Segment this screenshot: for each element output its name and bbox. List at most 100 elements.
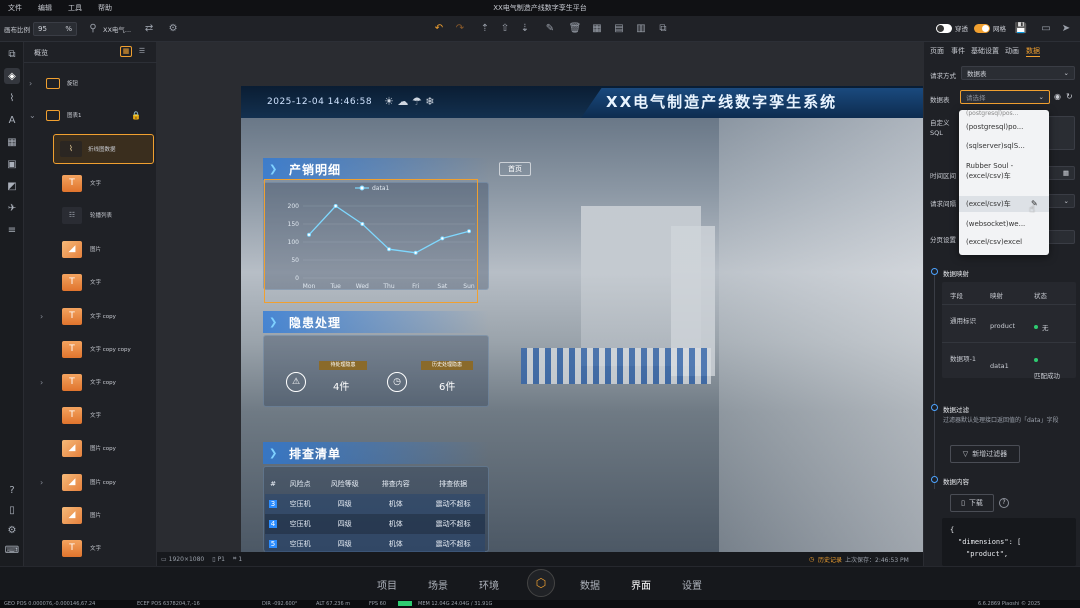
list-view-icon[interactable]: ☰ — [136, 46, 148, 57]
tab-animation[interactable]: 动画 — [1005, 46, 1019, 56]
dropdown-option[interactable]: Rubber Soul - (excel/csv)车 — [959, 158, 1049, 184]
grid-view-icon[interactable]: ▦ — [120, 46, 132, 57]
table-row[interactable]: 4 空压机 四级 机体 震动不超标 — [265, 514, 485, 534]
refresh-icon[interactable]: ↻ — [1066, 92, 1073, 101]
nav-settings[interactable]: 设置 — [682, 577, 702, 592]
menu-edit[interactable]: 编辑 — [30, 3, 60, 13]
menu-help[interactable]: 帮助 — [90, 3, 120, 13]
toggle-switch[interactable] — [936, 23, 952, 33]
swap-icon[interactable]: ⇄ — [139, 19, 159, 39]
layer-item[interactable]: T 文字 — [24, 533, 157, 563]
preview-icon[interactable]: ▭ — [1036, 19, 1056, 39]
scene-canvas[interactable]: 2025-12-04 14:46:58 ☀ ☁ ☂ ❄ XX电气制造产线数字孪生… — [241, 86, 923, 552]
undo-icon[interactable]: ↶ — [429, 19, 449, 39]
home-button[interactable]: 首页 — [499, 162, 531, 176]
redo-icon[interactable]: ↷ — [450, 19, 470, 39]
tab-event[interactable]: 事件 — [951, 46, 965, 56]
gear-icon[interactable]: ⚙ — [4, 522, 20, 538]
row-index-cell: 3 — [265, 494, 281, 514]
table-icon[interactable]: ▦ — [4, 134, 20, 150]
layers-icon[interactable]: ◈ — [4, 68, 20, 84]
distribute-icon[interactable]: ▥ — [631, 19, 651, 39]
zoom-input[interactable]: 95 % — [33, 21, 77, 36]
datasource-select[interactable]: 请选择 ⌄ — [960, 90, 1050, 104]
dropdown-option[interactable]: (websocket)we... — [959, 216, 1049, 232]
dropdown-option[interactable]: (sqlserver)sqlS... — [959, 138, 1049, 154]
brush-icon[interactable]: ✎ — [540, 19, 560, 39]
text-icon[interactable]: A — [4, 112, 20, 128]
layer-item[interactable]: › T 文字 copy — [24, 367, 157, 397]
download-button[interactable]: ▯ 下载 — [950, 494, 994, 512]
lock-icon[interactable]: 🔒 — [131, 111, 141, 120]
layer-item[interactable]: ◢ 图片 copy — [24, 433, 157, 463]
grid-icon[interactable]: ▤ — [609, 19, 629, 39]
section-title-checklist: ❯ 排查清单 — [263, 442, 489, 464]
code-viewer[interactable]: { "dimensions": [ "product", — [942, 518, 1076, 566]
project-name[interactable]: XX电气... — [103, 24, 131, 34]
layer-icon[interactable]: ⧉ — [653, 19, 673, 39]
layer-folder[interactable]: ⌄ 图表1 🔒 — [24, 100, 157, 130]
nav-data[interactable]: 数据 — [580, 577, 600, 592]
layer-item[interactable]: T 文字 — [24, 400, 157, 430]
nav-environment[interactable]: 环境 — [479, 577, 499, 592]
align-icon[interactable]: ▦ — [587, 19, 607, 39]
toggle-switch[interactable] — [974, 23, 990, 33]
history-icon[interactable]: ◷ — [809, 556, 814, 563]
chevron-right-icon[interactable]: › — [40, 312, 43, 321]
dropdown-option[interactable]: (excel/csv)excel — [959, 234, 1049, 250]
nav-project[interactable]: 项目 — [377, 577, 397, 592]
map-icon[interactable]: ▣ — [4, 156, 20, 172]
layer-label: 文字 — [90, 181, 102, 187]
history-link[interactable]: 历史记录 — [818, 555, 842, 564]
layer-item[interactable]: ☷ 轮播列表 — [24, 200, 157, 230]
tab-basic[interactable]: 基础设置 — [971, 46, 999, 56]
upload-icon[interactable]: ⇡ — [475, 19, 495, 39]
toggle-grid[interactable]: 网格 — [974, 23, 1006, 33]
layer-item[interactable]: T 文字 — [24, 267, 157, 297]
media-icon[interactable]: ◩ — [4, 178, 20, 194]
cube-icon[interactable]: ⬡ — [527, 569, 555, 597]
add-filter-button[interactable]: ▽ 新增过滤器 — [950, 445, 1020, 463]
stack-icon[interactable]: ≡ — [4, 222, 20, 238]
table-row[interactable]: 5 空压机 四级 机体 震动不超标 — [265, 534, 485, 552]
layer-item[interactable]: T 文字 — [24, 168, 157, 198]
page-indicator[interactable]: P1 — [218, 556, 225, 563]
layer-folder[interactable]: › 旋钮 — [24, 68, 157, 98]
save-icon[interactable]: 💾 — [1011, 19, 1031, 39]
row-index: 4 — [268, 520, 278, 528]
nav-interface[interactable]: 界面 — [631, 577, 651, 592]
help-icon[interactable]: ? — [4, 482, 20, 498]
settings-icon[interactable]: ⚙ — [163, 19, 183, 39]
delete-icon[interactable]: 🗑 — [565, 19, 585, 39]
download-icon[interactable]: ⇣ — [515, 19, 535, 39]
request-select[interactable]: 数据表 ⌄ — [961, 66, 1075, 80]
layer-item[interactable]: › ◢ 图片 copy — [24, 467, 157, 497]
layer-item[interactable]: T 文字 copy copy — [24, 334, 157, 364]
components-icon[interactable]: ⧉ — [4, 46, 20, 62]
layer-item[interactable]: › T 文字 copy — [24, 301, 157, 331]
plane-icon[interactable]: ✈ — [4, 200, 20, 216]
tab-data[interactable]: 数据 — [1026, 46, 1040, 56]
dropdown-option[interactable]: (postgresql)pos... — [959, 108, 1049, 118]
menu-tools[interactable]: 工具 — [60, 3, 90, 13]
chevron-right-icon[interactable]: › — [40, 378, 43, 387]
dropdown-option[interactable]: (postgresql)po... — [959, 119, 1049, 135]
chevron-right-icon[interactable]: › — [40, 478, 43, 487]
help-icon[interactable]: ? — [999, 498, 1009, 508]
layer-item-selected[interactable]: ⌇ 折线图数据 — [53, 134, 154, 164]
publish-icon[interactable]: ➤ — [1056, 19, 1076, 39]
toggle-penetrate[interactable]: 穿透 — [936, 23, 968, 33]
tab-page[interactable]: 页面 — [930, 46, 944, 56]
nav-scene[interactable]: 场景 — [428, 577, 448, 592]
layer-item[interactable]: ◢ 图片 — [24, 234, 157, 264]
eye-icon[interactable]: ◉ — [1054, 92, 1061, 101]
import-icon[interactable]: ⇧ — [495, 19, 515, 39]
layer-item[interactable]: ◢ 图片 — [24, 500, 157, 530]
keyboard-icon[interactable]: ⌨ — [4, 542, 20, 558]
chart-icon[interactable]: ⌇ — [4, 90, 20, 106]
chevron-down-icon[interactable]: ⌄ — [29, 111, 36, 120]
chevron-right-icon[interactable]: › — [29, 79, 32, 88]
menu-file[interactable]: 文件 — [0, 3, 30, 13]
doc-icon[interactable]: ▯ — [4, 502, 20, 518]
table-row[interactable]: 3 空压机 四级 机体 震动不超标 — [265, 494, 485, 514]
